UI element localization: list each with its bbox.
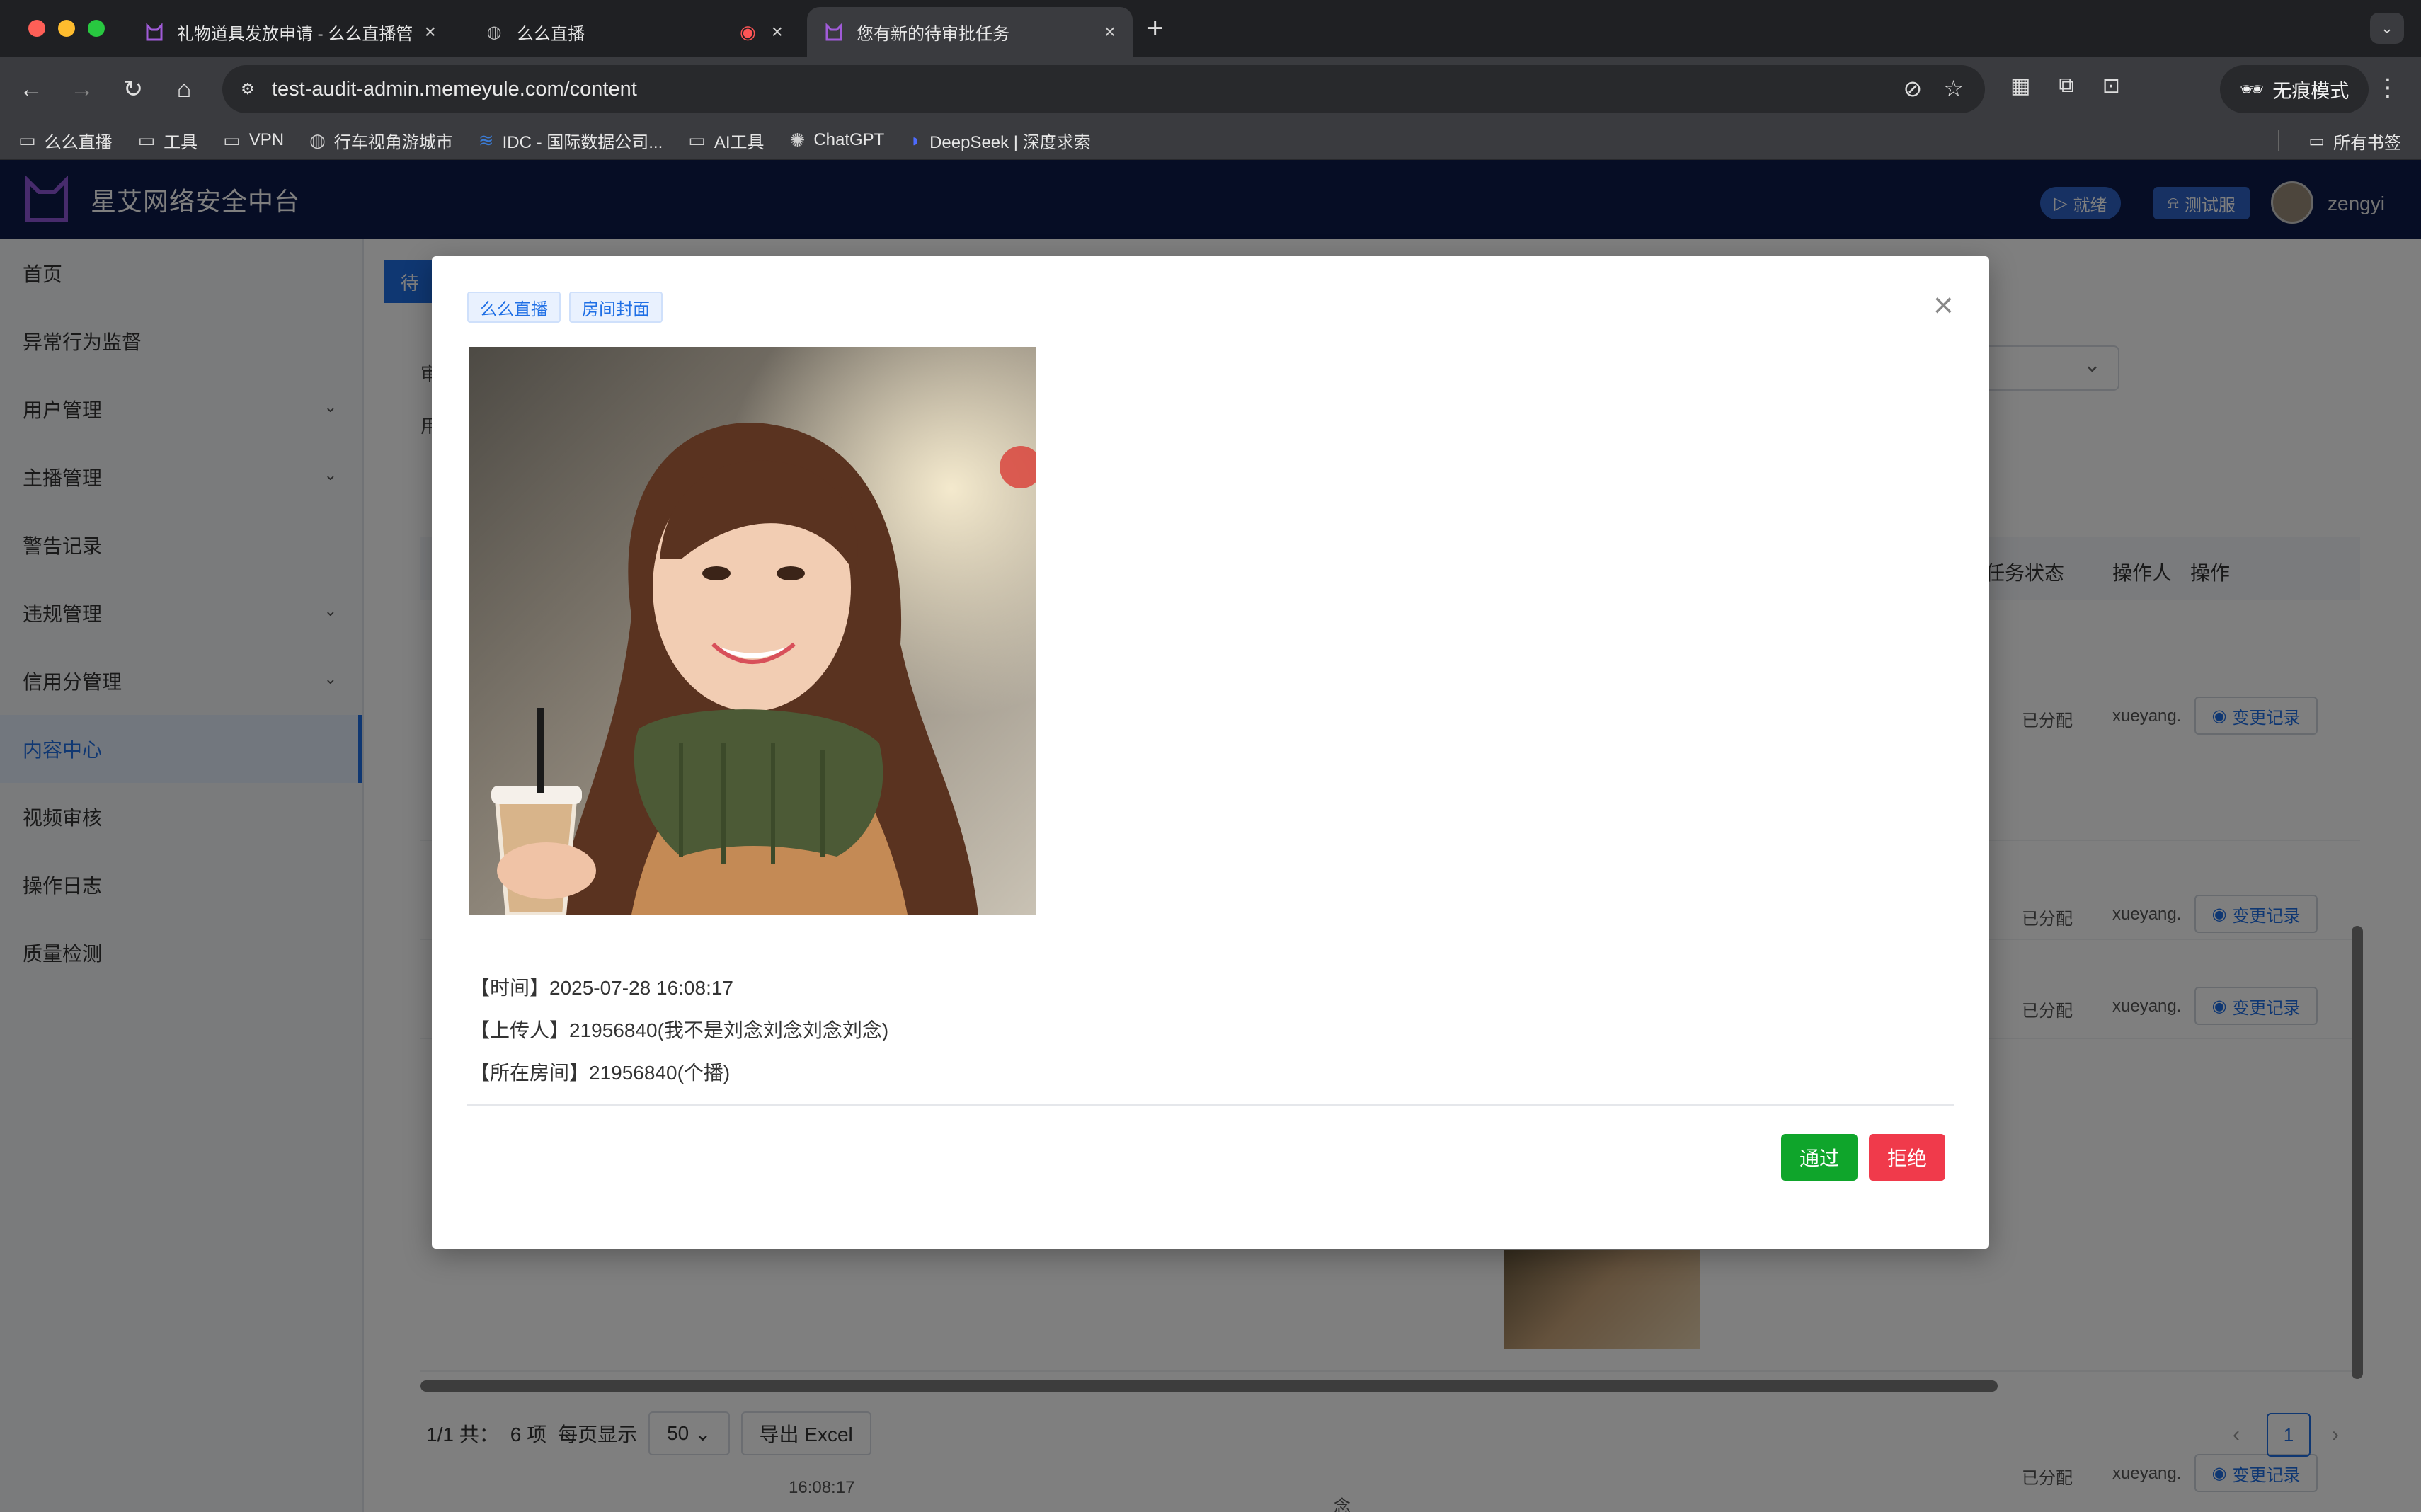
reload-button[interactable]: ↻ xyxy=(116,72,150,106)
bookmark-label: IDC - 国际数据公司... xyxy=(502,132,663,152)
browser-tab-gift-request[interactable]: 礼物道具发放申请 - 么么直播管 × xyxy=(127,7,453,57)
address-bar[interactable]: ⚙ test-audit-admin.memeyule.com/content … xyxy=(222,65,1985,113)
tab-title: 礼物道具发放申请 - 么么直播管 xyxy=(177,24,413,44)
tab-title: 您有新的待审批任务 xyxy=(857,24,1009,44)
bookmark-label: 行车视角游城市 xyxy=(333,132,453,152)
back-button[interactable]: ← xyxy=(14,72,48,106)
cat-logo-icon xyxy=(824,22,844,42)
globe-icon: ◍ xyxy=(309,129,326,151)
folder-icon: ▭ xyxy=(688,129,706,151)
bookmark-label: ChatGPT xyxy=(813,130,885,149)
room-info: 【所在房间】21956840(个播) xyxy=(470,1062,731,1084)
screenshot-icon[interactable]: ⊡ xyxy=(2102,74,2120,98)
bookmark-star-icon[interactable]: ☆ xyxy=(1943,75,1964,102)
browser-menu-icon[interactable]: ⋮ xyxy=(2376,74,2400,102)
close-tab-icon[interactable]: × xyxy=(425,21,436,43)
modal-divider xyxy=(467,1104,1954,1106)
content-type-tag: 房间封面 xyxy=(569,292,663,323)
all-bookmarks-label: 所有书签 xyxy=(2333,134,2401,153)
extension-icon[interactable]: ▦ xyxy=(2010,74,2030,98)
review-image[interactable] xyxy=(469,347,1036,915)
maximize-window-button[interactable] xyxy=(88,20,105,37)
eye-off-icon[interactable]: ⊘ xyxy=(1904,75,1923,102)
home-button[interactable]: ⌂ xyxy=(167,72,201,106)
bookmark-item[interactable]: ◗ DeepSeek | 深度求索 xyxy=(910,128,1090,153)
uploader-info: 【上传人】21956840(我不是刘念刘念刘念刘念) xyxy=(470,1019,889,1041)
close-icon[interactable]: × xyxy=(1933,287,1954,323)
browser-toolbar: ← → ↻ ⌂ ⚙ test-audit-admin.memeyule.com/… xyxy=(0,57,2421,122)
tab-title: 么么直播 xyxy=(517,24,585,44)
modal-tags: 么么直播 房间封面 xyxy=(467,292,663,323)
forward-button[interactable]: → xyxy=(65,72,99,106)
incognito-label: 无痕模式 xyxy=(2272,80,2350,102)
tab-search-button[interactable]: ⌄ xyxy=(2370,13,2404,44)
chatgpt-icon: ✺ xyxy=(789,129,806,151)
bookmark-item[interactable]: ◍ 行车视角游城市 xyxy=(309,128,453,153)
bookmark-item[interactable]: ▭ AI工具 xyxy=(688,128,764,153)
incognito-icon: 🕶 xyxy=(2240,79,2265,100)
globe-icon: ◍ xyxy=(486,22,502,42)
close-tab-icon[interactable]: × xyxy=(772,21,783,43)
idc-icon: ≋ xyxy=(478,129,494,151)
close-window-button[interactable] xyxy=(28,20,45,37)
browser-tab-memezhibo[interactable]: ◍ 么么直播 ◉ × xyxy=(467,7,800,57)
bookmark-item[interactable]: ▭ VPN xyxy=(223,130,284,151)
bookmark-item[interactable]: ▭ 工具 xyxy=(138,128,198,153)
platform-tag: 么么直播 xyxy=(467,292,561,323)
minimize-window-button[interactable] xyxy=(58,20,75,37)
new-tab-button[interactable]: + xyxy=(1147,13,1163,45)
bookmark-item[interactable]: ▭ 么么直播 xyxy=(18,128,113,153)
bookmark-item[interactable]: ✺ ChatGPT xyxy=(790,130,885,151)
upload-time: 【时间】2025-07-28 16:08:17 xyxy=(470,977,733,999)
approve-button[interactable]: 通过 xyxy=(1781,1134,1858,1181)
bookmark-label: DeepSeek | 深度求索 xyxy=(929,132,1091,152)
browser-tab-bar: 礼物道具发放申请 - 么么直播管 × ◍ 么么直播 ◉ × 您有新的待审批任务 … xyxy=(0,0,2421,57)
bookmark-label: 么么直播 xyxy=(44,132,113,152)
close-tab-icon[interactable]: × xyxy=(1104,21,1116,43)
bookmarks-divider xyxy=(2278,130,2279,151)
incognito-indicator[interactable]: 🕶 无痕模式 xyxy=(2220,65,2369,113)
folder-icon: ▭ xyxy=(2308,132,2325,151)
folder-icon: ▭ xyxy=(18,129,36,151)
browser-tab-pending-task[interactable]: 您有新的待审批任务 × xyxy=(807,7,1133,57)
bookmark-label: 工具 xyxy=(164,132,198,152)
bookmark-item[interactable]: ≋ IDC - 国际数据公司... xyxy=(479,128,663,153)
folder-icon: ▭ xyxy=(223,129,241,151)
site-settings-icon[interactable]: ⚙ xyxy=(234,75,262,103)
bookmarks-bar: ▭ 么么直播 ▭ 工具 ▭ VPN ◍ 行车视角游城市 ≋ IDC - 国际数据公司...… xyxy=(0,122,2421,160)
cat-logo-icon xyxy=(144,22,164,42)
bookmark-label: VPN xyxy=(248,130,285,149)
url-text: test-audit-admin.memeyule.com/content xyxy=(272,77,637,101)
deepseek-icon: ◗ xyxy=(910,129,922,151)
all-bookmarks-button[interactable]: ▭ 所有书签 xyxy=(2308,129,2401,154)
reject-button[interactable]: 拒绝 xyxy=(1869,1134,1946,1181)
review-modal: 么么直播 房间封面 × 【时间】2025-07-28 16:08:17 【上传人… xyxy=(432,256,1989,1249)
bookmark-label: AI工具 xyxy=(714,132,765,152)
folder-icon: ▭ xyxy=(137,129,156,151)
recording-icon: ◉ xyxy=(739,21,756,42)
puzzle-icon[interactable]: ⧉ xyxy=(2059,74,2073,98)
